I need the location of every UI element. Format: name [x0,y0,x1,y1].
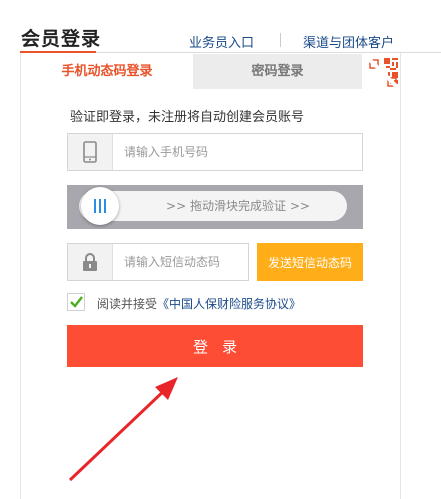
phone-field [67,133,363,171]
double-chevron-right-icon: >> [289,199,310,213]
service-agreement-link[interactable]: 《中国人保财险服务协议》 [157,297,301,311]
slider-handle[interactable] [81,187,119,225]
phone-icon-box [68,134,113,170]
send-sms-code-button[interactable]: 发送短信动态码 [257,243,363,281]
lock-icon-box [68,244,113,280]
header-divider [280,33,281,47]
slider-verification[interactable]: >> 拖动滑块完成验证 >> [67,185,363,229]
slider-rail: >> 拖动滑块完成验证 >> [79,191,347,221]
agree-prefix: 阅读并接受 [97,297,158,311]
tab-sms-login[interactable]: 手机动态码登录 [21,54,193,89]
double-chevron-right-icon: >> [166,199,187,213]
qr-code-icon[interactable] [366,56,400,90]
lock-icon [83,253,97,271]
agree-text: 阅读并接受《中国人保财险服务协议》 [97,295,301,312]
login-button[interactable]: 登录 [67,325,363,367]
checkmark-icon [70,296,83,308]
phone-icon [83,141,97,163]
page-title: 会员登录 [21,28,102,50]
info-text: 验证即登录，未注册将自动创建会员账号 [70,110,305,125]
sms-code-input[interactable] [124,244,244,280]
agent-entry-link[interactable]: 业务员入口 [189,32,254,51]
agree-checkbox[interactable] [67,293,85,311]
tab-password-login[interactable]: 密码登录 [193,54,362,89]
slider-text: >> 拖动滑块完成验证 >> [129,191,347,221]
channel-group-customer-link[interactable]: 渠道与团体客户 [303,32,394,51]
slider-grip-icon [94,199,106,213]
sms-code-field [67,243,249,281]
slider-label: 拖动滑块完成验证 [189,199,286,213]
phone-input[interactable] [124,134,354,170]
